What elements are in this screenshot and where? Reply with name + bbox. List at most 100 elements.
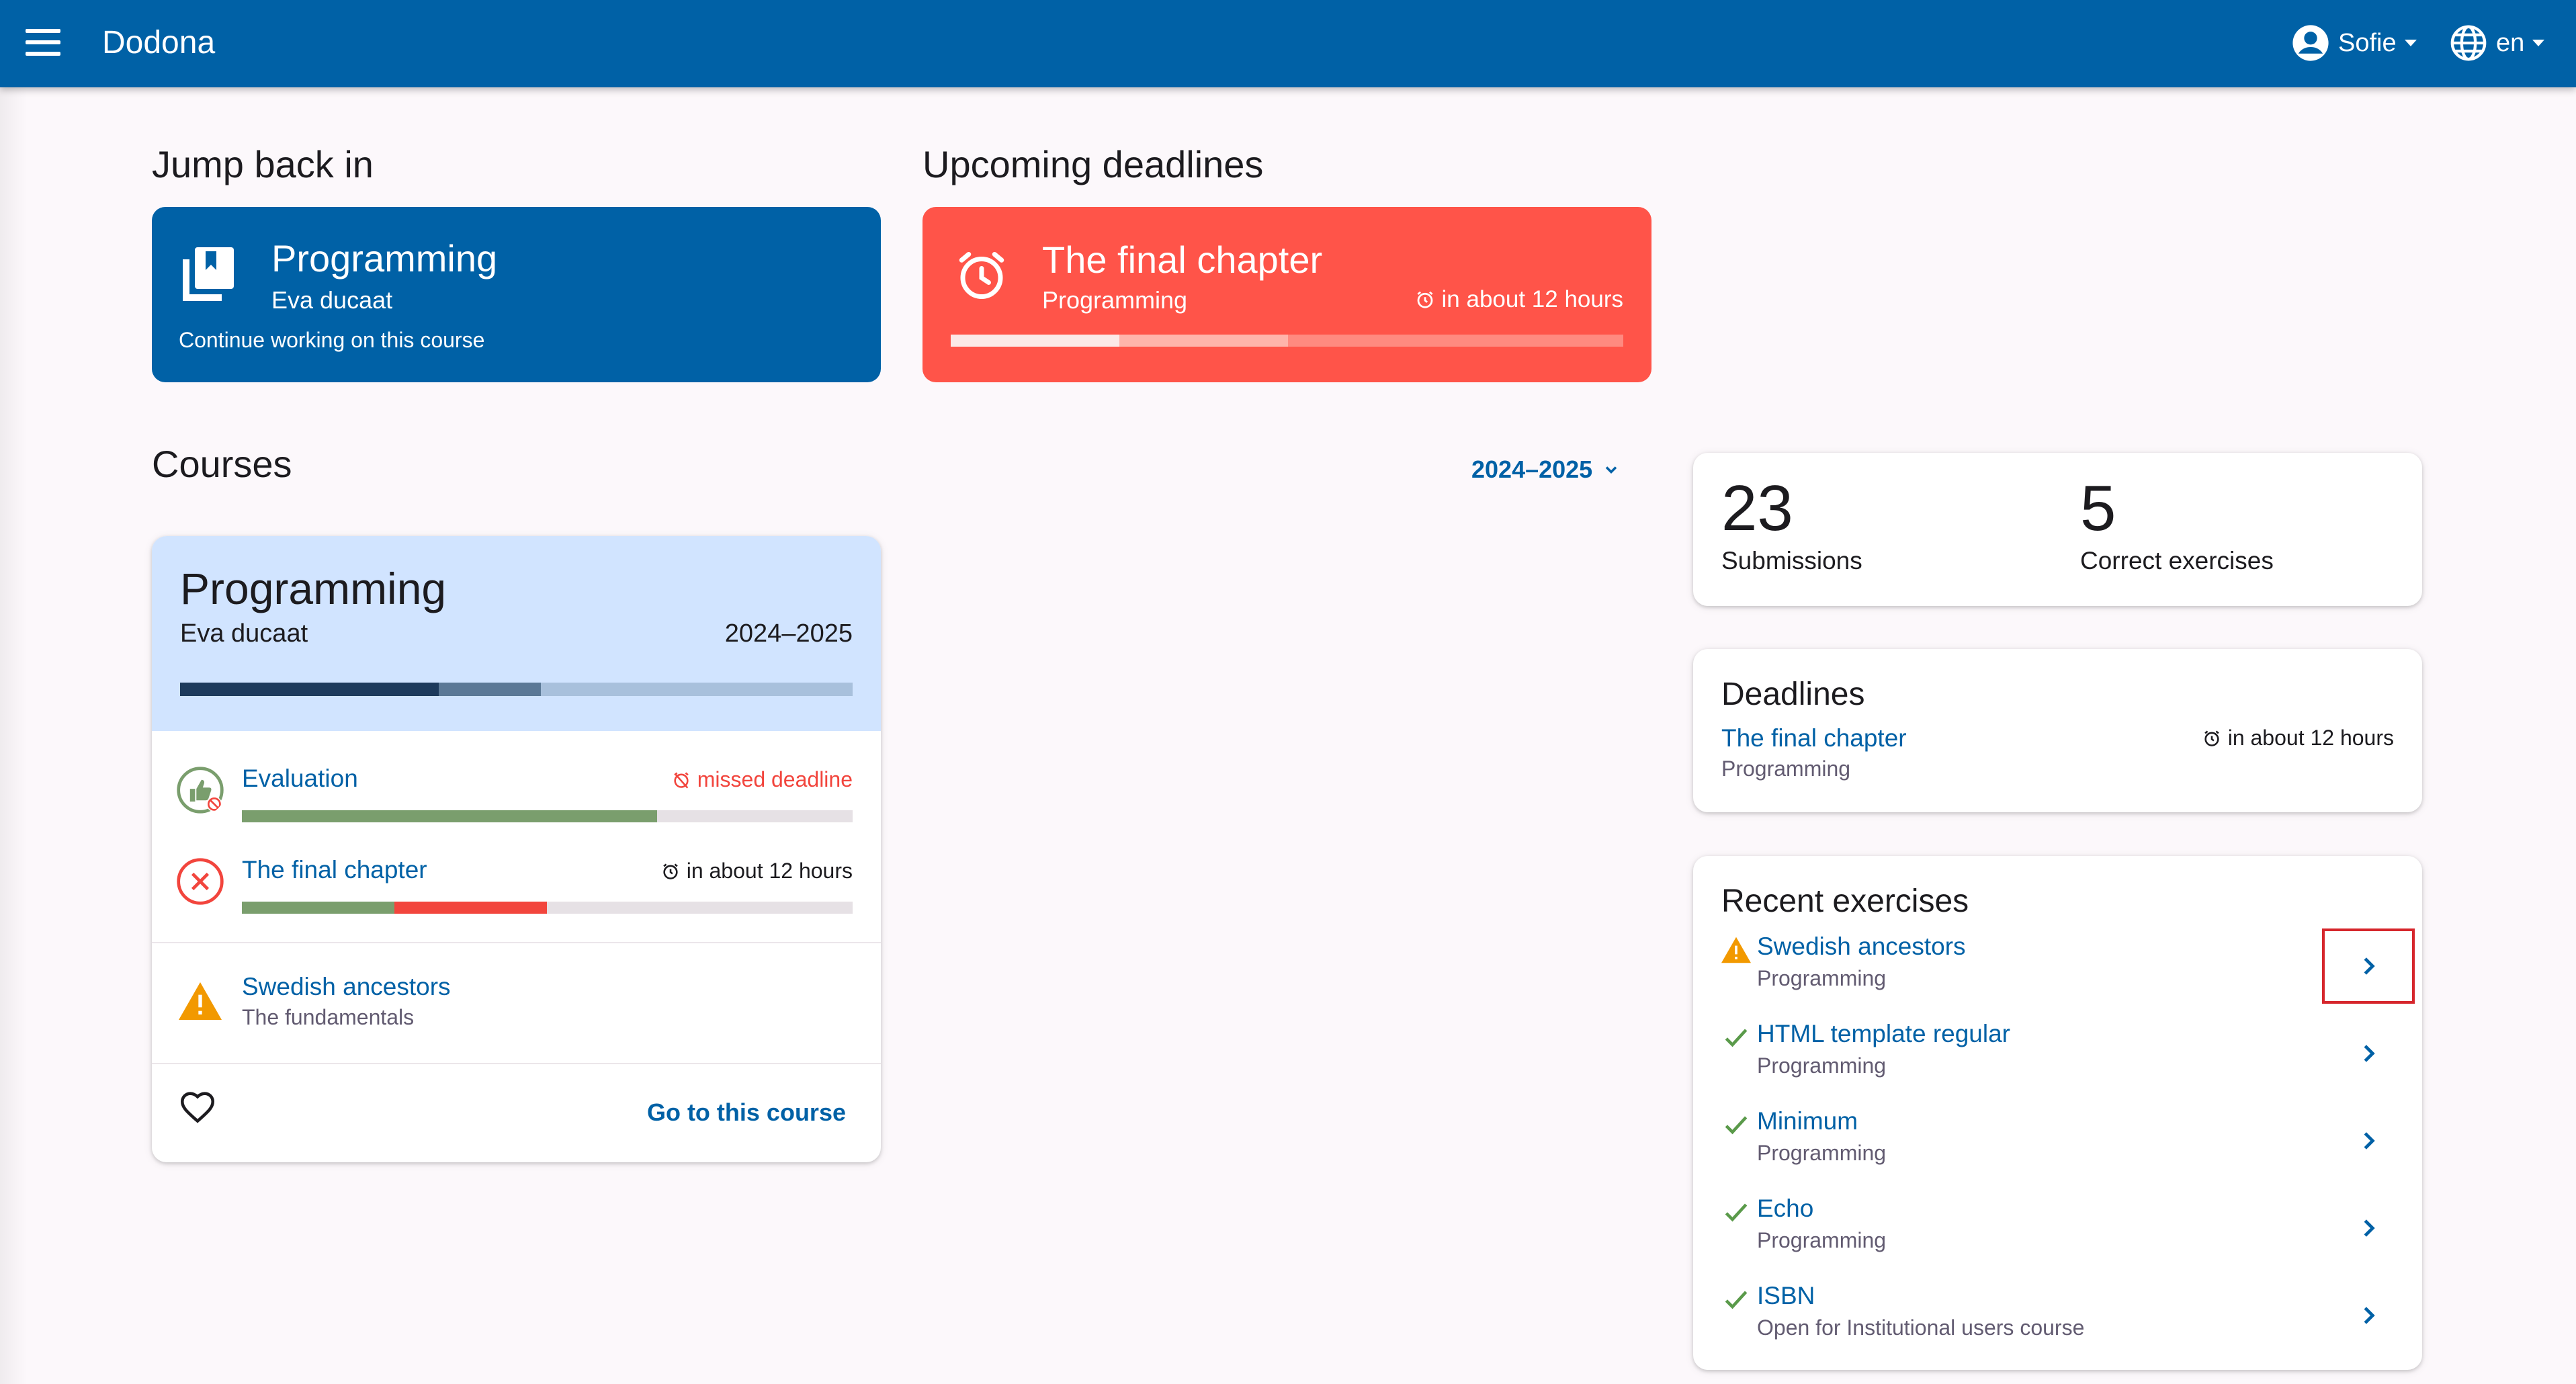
todo-exercise-series: The fundamentals [242,1005,415,1029]
chevron-right-icon [2364,1219,2375,1237]
correct-exercises-label: Correct exercises [2080,547,2274,574]
chevron-right-icon [2364,1045,2375,1062]
recent-exercise-row: HTML template regular Programming [1693,1016,2422,1103]
checkmark-icon [1725,1291,1748,1309]
open-exercise-button[interactable] [2325,1106,2412,1176]
upcoming-deadline-card[interactable]: The final chapter Programming in about 1… [922,207,1651,382]
course-progress-attempted [439,683,541,696]
recent-exercise-row: ISBN Open for Institutional users course [1693,1278,2422,1365]
deadline-series-time-text: in about 12 hours [2227,726,2394,750]
jump-back-heading: Jump back in [152,143,374,185]
submissions-label: Submissions [1721,547,1862,574]
checkmark-icon [1725,1029,1748,1047]
recent-exercise-name[interactable]: Minimum [1757,1107,1858,1135]
course-progress-bar [180,683,853,696]
series-row: The final chapter in about 12 hours [152,856,881,937]
alarm-off-icon [674,772,689,789]
recent-exercise-course: Programming [1757,966,1887,990]
courses-heading: Courses [152,443,292,485]
open-exercise-button[interactable] [2325,1281,2412,1350]
checkmark-icon [1725,1116,1748,1135]
deadlines-title: Deadlines [1721,677,1865,712]
recent-exercise-name[interactable]: Swedish ancestors [1757,933,1966,961]
user-name: Sofie [2338,28,2397,57]
recent-exercise-name[interactable]: ISBN [1757,1282,1815,1310]
deadline-course: Programming [1042,286,1188,314]
series-progress-bar [242,902,853,914]
chevron-right-icon [2364,1307,2375,1324]
recent-exercise-name[interactable]: Echo [1757,1195,1813,1223]
library-books-icon [183,247,234,301]
series-progress-bar [242,810,853,822]
globe-icon [2450,25,2487,61]
series-status-text: missed deadline [697,767,853,791]
alarm-icon [1417,291,1433,308]
open-exercise-button[interactable] [2325,1019,2412,1088]
divider [152,1063,881,1064]
wrong-circle-icon [177,858,224,905]
warning-triangle-icon [1721,937,1751,963]
deadlines-card: Deadlines The final chapter Programming … [1693,649,2422,812]
series-status-upcoming: in about 12 hours [661,859,853,883]
chevron-right-icon [2364,1132,2375,1150]
course-card-header[interactable]: Programming Eva ducaat 2024–2025 [152,536,881,731]
caret-down-icon [2532,40,2545,46]
jump-course-title: Programming [271,237,498,279]
chevron-right-icon [2364,957,2375,975]
deadline-progress-bar [951,335,1623,347]
hamburger-menu-icon[interactable] [26,29,60,56]
recent-exercise-row: Swedish ancestors Programming [1693,928,2422,1016]
jump-course-teacher: Eva ducaat [271,286,393,314]
deadline-progress-correct [951,335,1119,347]
series-row: Evaluation missed deadline [152,765,881,845]
go-to-course-button[interactable]: Go to this course [647,1098,846,1127]
language-menu-button[interactable]: en [2449,21,2545,64]
todo-exercise-name[interactable]: Swedish ancestors [242,973,451,1001]
recent-exercises-title: Recent exercises [1721,883,1969,919]
alarm-icon [2204,730,2219,746]
jump-back-card[interactable]: Programming Eva ducaat Continue working … [152,207,881,382]
recent-exercise-name[interactable]: HTML template regular [1757,1020,2010,1048]
checkmark-icon [1725,1203,1748,1222]
recent-exercise-course: Open for Institutional users course [1757,1315,2085,1340]
course-teacher: Eva ducaat [180,619,308,648]
series-name-final-chapter[interactable]: The final chapter [242,856,427,884]
deadline-title: The final chapter [1042,239,1323,281]
recent-exercise-course: Programming [1757,1228,1887,1252]
series-progress-correct [242,810,657,822]
brand-logo[interactable]: Dodona [102,24,215,61]
page-edge-shadow [0,87,27,1384]
chevron-down-icon [1605,466,1617,474]
upcoming-deadlines-heading: Upcoming deadlines [922,143,1264,185]
evaluation-thumbs-up-icon [177,767,224,814]
course-progress-correct [180,683,439,696]
open-exercise-button[interactable] [2322,928,2415,1004]
user-menu-button[interactable]: Sofie [2291,21,2417,64]
course-year: 2024–2025 [724,619,853,648]
correct-exercises-count: 5 [2080,472,2116,544]
warning-triangle-icon [179,982,222,1020]
series-name-evaluation[interactable]: Evaluation [242,765,358,793]
recent-exercises-card: Recent exercises Swedish ancestors Progr… [1693,856,2422,1370]
heart-outline-icon[interactable] [179,1090,216,1123]
continue-course-link[interactable]: Continue working on this course [179,328,484,353]
alarm-icon [662,863,678,879]
recent-exercise-course: Programming [1757,1053,1887,1078]
course-title[interactable]: Programming [180,563,446,614]
deadline-time-text: in about 12 hours [1441,286,1623,312]
alarm-clock-icon [959,252,1004,299]
recent-exercise-row: Minimum Programming [1693,1103,2422,1191]
account-circle-icon [2292,25,2329,61]
top-navbar: Dodona Sofie en [0,0,2576,87]
deadline-series-link[interactable]: The final chapter [1721,724,1907,752]
language-code: en [2496,28,2525,57]
series-progress-wrong [394,902,547,914]
year-filter-dropdown[interactable]: 2024–2025 [1471,456,1621,484]
open-exercise-button[interactable] [2325,1193,2412,1263]
series-status-text: in about 12 hours [686,859,853,883]
deadline-series-time: in about 12 hours [2202,726,2394,750]
series-status-missed: missed deadline [672,767,853,792]
caret-down-icon [2404,40,2417,46]
deadline-progress-wrong [1119,335,1288,347]
recent-exercise-course: Programming [1757,1141,1887,1165]
